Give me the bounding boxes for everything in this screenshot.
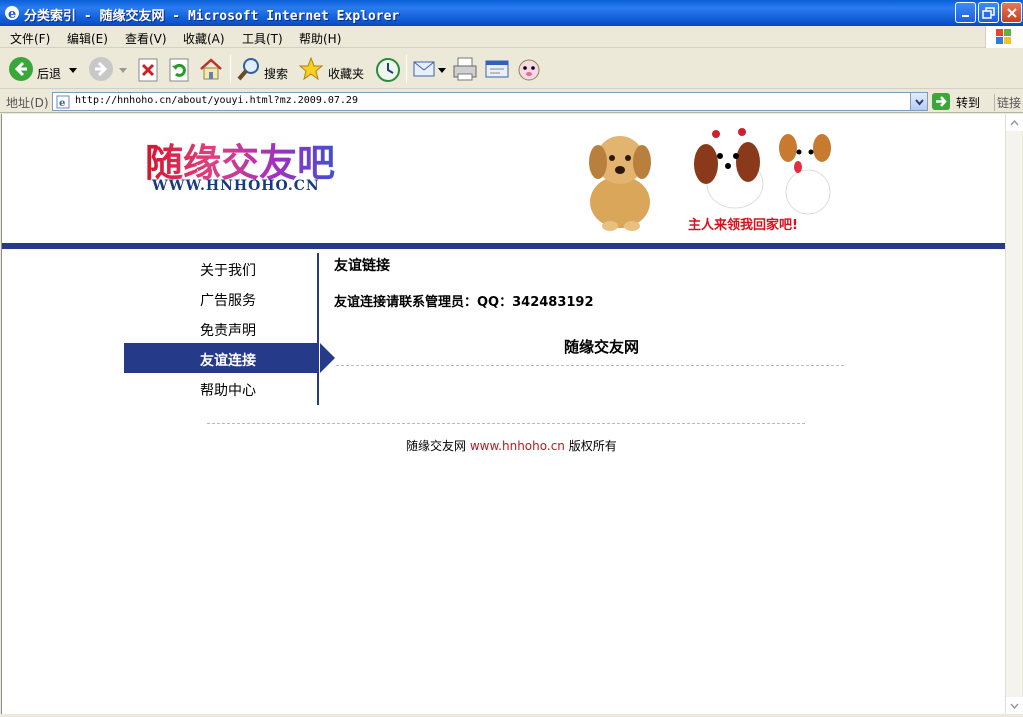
nav-item-label: 广告服务 <box>200 293 256 309</box>
address-dropdown-button[interactable] <box>910 93 927 110</box>
menu-bar: 文件(F) 编辑(E) 查看(V) 收藏(A) 工具(T) 帮助(H) <box>0 26 1023 48</box>
chevron-up-icon <box>1010 119 1019 126</box>
go-button[interactable]: 转到 <box>932 93 980 110</box>
nav-item-about[interactable]: 关于我们 <box>124 253 319 283</box>
ie-window: e 分类索引 - 随缘交友网 - Microsoft Internet Expl… <box>0 0 1023 715</box>
search-button[interactable]: 搜索 <box>236 53 292 85</box>
nav-item-label: 友谊连接 <box>200 353 256 369</box>
ie-page-icon: e <box>56 95 70 109</box>
footer-divider <box>207 423 805 424</box>
restore-icon <box>982 7 995 19</box>
home-icon[interactable] <box>198 53 224 85</box>
menu-tools[interactable]: 工具(T) <box>242 30 283 47</box>
edit-icon[interactable] <box>484 53 510 85</box>
title-bar: e 分类索引 - 随缘交友网 - Microsoft Internet Expl… <box>0 0 1023 26</box>
nav-item-friend-links[interactable]: 友谊连接 <box>124 343 335 373</box>
dropdown-arrow-icon[interactable] <box>119 68 127 74</box>
page-viewport: 随缘交友吧 WWW.HNHOHO.CN 主人来领我回家吧! 关于我们 广告服务 … <box>1 114 1005 714</box>
history-icon[interactable] <box>374 53 402 85</box>
close-button[interactable] <box>1001 2 1022 23</box>
favorites-label: 收藏夹 <box>328 67 365 81</box>
refresh-icon[interactable] <box>168 53 192 85</box>
links-button[interactable]: 链接 <box>994 94 1021 111</box>
search-label: 搜索 <box>264 67 289 81</box>
minimize-icon <box>962 15 969 17</box>
nav-item-ads[interactable]: 广告服务 <box>124 283 319 313</box>
site-logo-url: WWW.HNHOHO.CN <box>152 178 320 194</box>
menu-edit[interactable]: 编辑(E) <box>67 30 108 47</box>
back-button[interactable]: 后退 <box>8 53 78 85</box>
toolbar: 后退 搜索 收藏夹 <box>0 49 1023 89</box>
friend-link-entry[interactable]: 随缘交友网 <box>564 336 639 357</box>
svg-text:e: e <box>8 7 16 21</box>
contact-text: 友谊连接请联系管理员：QQ：342483192 <box>334 295 594 310</box>
divider <box>336 365 844 366</box>
page-title: 友谊链接 <box>334 258 390 274</box>
favorites-button[interactable]: 收藏夹 <box>298 53 368 85</box>
chevron-down-icon <box>915 99 924 106</box>
go-label: 转到 <box>956 96 981 110</box>
address-url: http://hnhoho.cn/about/youyi.html?mz.200… <box>75 95 358 106</box>
menu-view[interactable]: 查看(V) <box>125 30 167 47</box>
restore-button[interactable] <box>978 2 999 23</box>
nav-item-label: 关于我们 <box>200 263 256 279</box>
menu-file[interactable]: 文件(F) <box>10 30 50 47</box>
nav-item-disclaimer[interactable]: 免责声明 <box>124 313 319 343</box>
footer-suffix: 版权所有 <box>564 439 617 453</box>
banner-caption: 主人来领我回家吧! <box>688 218 798 233</box>
go-arrow-icon <box>932 93 950 110</box>
header-divider <box>2 243 1005 249</box>
menu-favorites[interactable]: 收藏(A) <box>183 30 225 47</box>
search-icon <box>237 58 259 81</box>
nav-item-label: 帮助中心 <box>200 383 256 399</box>
footer-prefix: 随缘交友网 <box>406 439 470 453</box>
dropdown-arrow-icon[interactable] <box>69 68 77 74</box>
windows-logo <box>985 26 1023 48</box>
messenger-icon[interactable] <box>516 53 542 85</box>
vertical-scrollbar[interactable] <box>1005 114 1023 714</box>
window-title: 分类索引 - 随缘交友网 - Microsoft Internet Explor… <box>24 9 400 24</box>
footer-link[interactable]: www.hnhoho.cn <box>470 439 565 453</box>
mail-icon <box>413 61 435 77</box>
back-label: 后退 <box>37 67 62 81</box>
scroll-up-button[interactable] <box>1006 114 1023 131</box>
toolbar-separator <box>230 55 231 83</box>
svg-text:e: e <box>59 98 65 109</box>
address-input[interactable]: e http://hnhoho.cn/about/youyi.html?mz.2… <box>52 92 928 111</box>
menu-help[interactable]: 帮助(H) <box>299 30 341 47</box>
dropdown-arrow-icon[interactable] <box>438 68 446 74</box>
footer: 随缘交友网 www.hnhoho.cn 版权所有 <box>406 437 617 454</box>
side-nav: 关于我们 广告服务 免责声明 友谊连接 帮助中心 <box>124 253 335 405</box>
ie-logo-icon: e <box>5 6 19 21</box>
chevron-down-icon <box>1010 703 1019 710</box>
close-icon <box>1007 8 1017 18</box>
address-bar: 地址(D) e http://hnhoho.cn/about/youyi.htm… <box>0 90 1023 113</box>
windows-flag-icon <box>996 29 1011 44</box>
nav-item-label: 免责声明 <box>200 323 256 339</box>
nav-item-help[interactable]: 帮助中心 <box>124 373 319 403</box>
back-arrow-icon <box>9 57 33 81</box>
minimize-button[interactable] <box>955 2 976 23</box>
scroll-down-button[interactable] <box>1006 697 1023 714</box>
mail-button[interactable] <box>413 53 449 85</box>
star-icon <box>298 56 324 81</box>
toolbar-separator <box>406 55 407 83</box>
forward-button[interactable] <box>88 53 128 85</box>
print-icon[interactable] <box>452 53 478 85</box>
stop-icon[interactable] <box>137 53 161 85</box>
address-label: 地址(D) <box>6 96 49 110</box>
forward-arrow-icon <box>89 57 113 81</box>
